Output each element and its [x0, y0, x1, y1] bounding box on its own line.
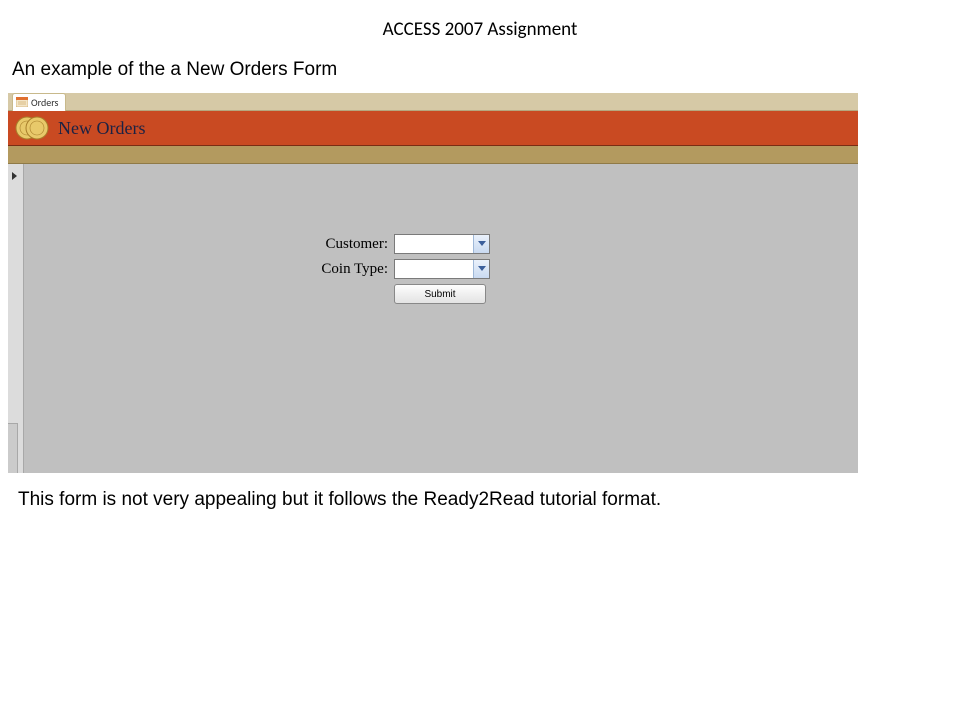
- tab-label: Orders: [31, 96, 58, 109]
- field-row-customer: Customer:: [294, 234, 490, 254]
- customer-combobox[interactable]: [394, 234, 490, 254]
- page-title: ACCESS 2007 Assignment: [0, 0, 960, 53]
- form-header-band: New Orders: [8, 111, 858, 146]
- form-body-area: Customer: Coin Type: Submi: [8, 164, 858, 473]
- document-tab-strip: Orders: [8, 93, 858, 111]
- field-row-cointype: Coin Type:: [294, 259, 490, 279]
- cointype-combobox[interactable]: [394, 259, 490, 279]
- form-title: New Orders: [58, 118, 145, 139]
- footer-text: This form is not very appealing but it f…: [0, 473, 960, 511]
- subtitle: An example of the a New Orders Form: [0, 53, 960, 87]
- record-nav-hint: [8, 423, 18, 473]
- dropdown-arrow-icon: [473, 235, 489, 253]
- cointype-value: [395, 260, 473, 278]
- tab-orders[interactable]: Orders: [12, 93, 66, 111]
- form-icon: [16, 97, 28, 107]
- dropdown-arrow-icon: [473, 260, 489, 278]
- access-screenshot: Orders New Orders Customer:: [8, 93, 858, 473]
- coins-icon: [14, 113, 50, 143]
- customer-label: Customer:: [294, 236, 388, 253]
- field-row-submit: Submit: [394, 284, 486, 304]
- cointype-label: Coin Type:: [294, 261, 388, 278]
- form-canvas: Customer: Coin Type: Submi: [24, 164, 858, 473]
- submit-button[interactable]: Submit: [394, 284, 486, 304]
- form-header-sub-band: [8, 146, 858, 164]
- customer-value: [395, 235, 473, 253]
